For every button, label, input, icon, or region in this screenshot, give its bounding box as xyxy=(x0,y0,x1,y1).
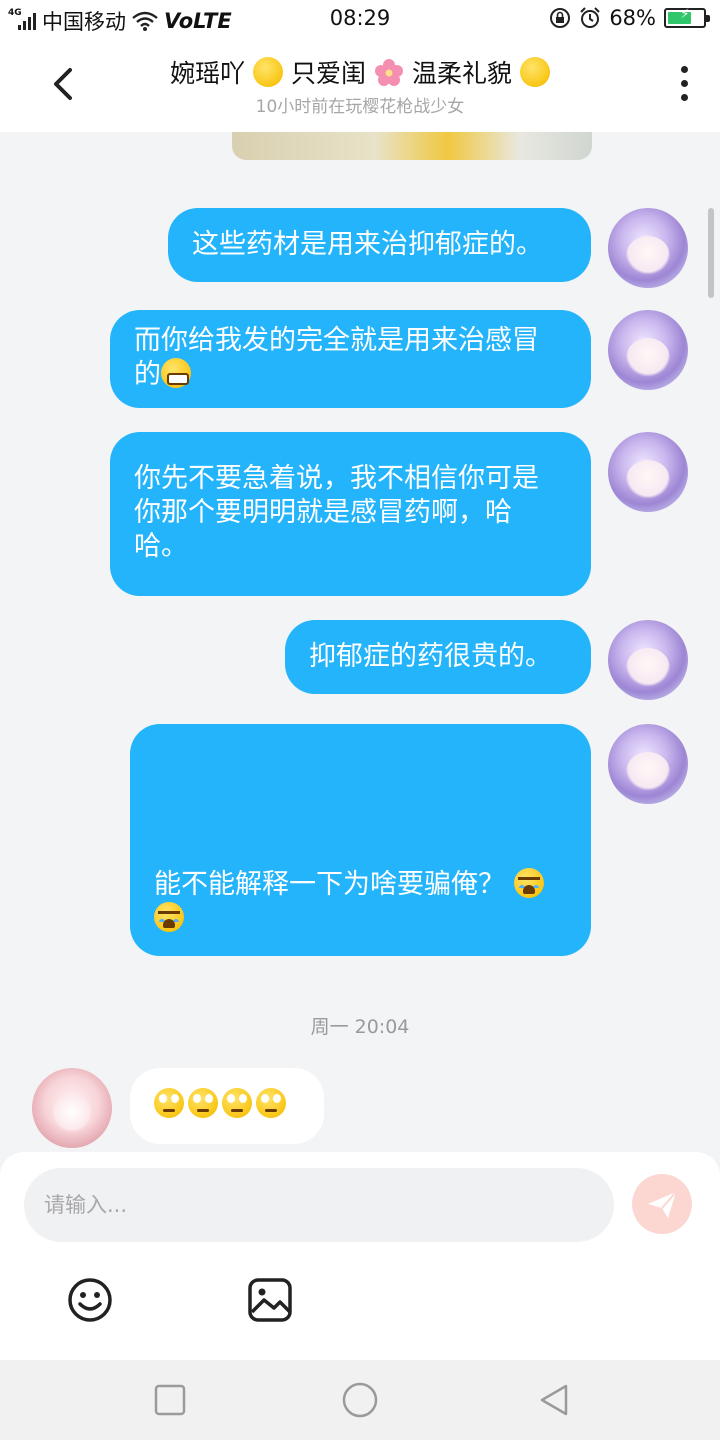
recent-apps-icon[interactable] xyxy=(150,1380,190,1420)
contact-name: 婉瑶吖 只爱闺 温柔礼貌 xyxy=(120,54,600,90)
message-text: 能不能解释一下为啥要骗俺？ xyxy=(154,869,505,900)
message-text: 这些药材是用来治抑郁症的。 xyxy=(192,229,543,260)
emoji-picker-icon[interactable] xyxy=(66,1276,114,1324)
my-avatar[interactable] xyxy=(608,432,688,512)
title-part-2: 只爱闺 xyxy=(291,59,367,88)
my-avatar[interactable] xyxy=(608,310,688,390)
send-icon xyxy=(648,1191,677,1218)
alarm-icon xyxy=(580,7,601,28)
message-text: 你先不要急着说，我不相信你可是 你那个要明明就是感冒药啊，哈 哈。 xyxy=(134,463,539,562)
kissing-face-icon xyxy=(253,57,284,87)
message-input[interactable] xyxy=(24,1168,614,1242)
contact-avatar[interactable] xyxy=(32,1068,112,1148)
grinning-face-icon xyxy=(161,358,191,388)
message-bubble-outgoing[interactable]: 这些药材是用来治抑郁症的。 xyxy=(168,208,591,282)
status-right: 68% ⚡ xyxy=(549,6,710,30)
message-text: 抑郁症的药很贵的。 xyxy=(309,641,552,672)
battery-icon: ⚡ xyxy=(664,7,710,28)
my-avatar[interactable] xyxy=(608,620,688,700)
message-list[interactable]: 这些药材是用来治抑郁症的。 而你给我发的完全就是用来治感冒 的 你先不要急着说，… xyxy=(0,132,720,1152)
crying-face-icon xyxy=(513,868,544,898)
composer xyxy=(0,1152,720,1360)
image-message[interactable] xyxy=(232,132,592,160)
home-icon[interactable] xyxy=(340,1380,380,1420)
scrollbar[interactable] xyxy=(708,208,714,298)
message-bubble-outgoing[interactable]: 你先不要急着说，我不相信你可是 你那个要明明就是感冒药啊，哈 哈。 xyxy=(110,432,591,596)
status-bar: 4G 中国移动 VoLTE 08:29 68% ⚡ xyxy=(0,0,720,38)
message-bubble-outgoing[interactable]: 抑郁症的药很贵的。 xyxy=(285,620,591,694)
title-part-1: 婉瑶吖 xyxy=(170,59,246,88)
back-nav-icon[interactable] xyxy=(534,1380,574,1420)
message-bubble-incoming[interactable] xyxy=(130,1068,324,1144)
chat-header: 婉瑶吖 只爱闺 温柔礼貌 10小时前在玩樱花枪战少女 xyxy=(0,38,720,132)
battery-percent: 68% xyxy=(609,6,656,30)
rolling-eyes-icon xyxy=(154,1088,184,1118)
rotation-lock-icon xyxy=(550,8,571,28)
more-options-icon[interactable] xyxy=(678,66,690,106)
crying-face-icon xyxy=(154,902,184,932)
message-bubble-outgoing[interactable]: 能不能解释一下为啥要骗俺？ xyxy=(130,724,591,956)
image-picker-icon[interactable] xyxy=(246,1276,294,1324)
contact-status: 10小时前在玩樱花枪战少女 xyxy=(255,97,465,117)
system-nav-bar xyxy=(0,1360,720,1440)
rolling-eyes-icon xyxy=(188,1088,218,1118)
my-avatar[interactable] xyxy=(608,724,688,804)
kissing-face-icon xyxy=(519,57,550,87)
title-part-3: 温柔礼貌 xyxy=(411,59,512,88)
send-button[interactable] xyxy=(632,1174,692,1234)
cherry-blossom-icon xyxy=(374,59,403,86)
rolling-eyes-icon xyxy=(222,1088,252,1118)
message-bubble-outgoing[interactable]: 而你给我发的完全就是用来治感冒 的 xyxy=(110,310,591,408)
my-avatar[interactable] xyxy=(608,208,688,288)
time-separator: 周一 20:04 xyxy=(310,1016,410,1038)
message-text: 而你给我发的完全就是用来治感冒 的 xyxy=(134,325,539,390)
rolling-eyes-icon xyxy=(256,1088,286,1118)
back-arrow-icon[interactable] xyxy=(44,58,86,110)
